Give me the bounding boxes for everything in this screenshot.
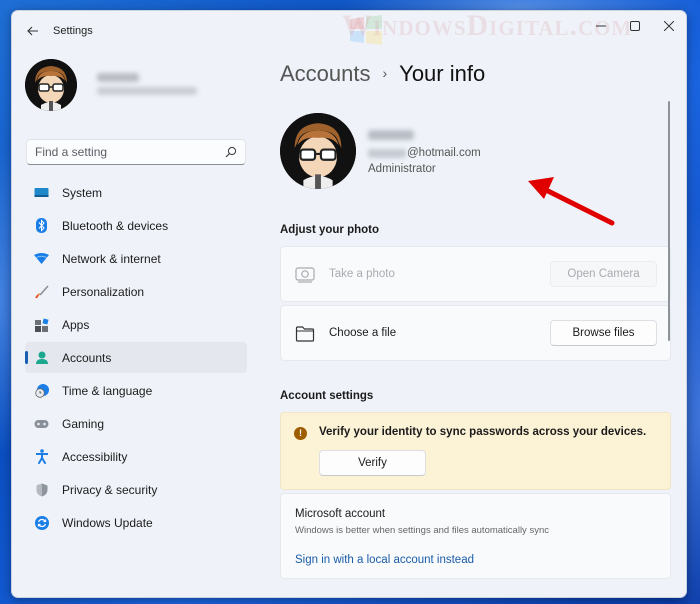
sidebar-item-label: Gaming bbox=[62, 416, 105, 431]
search-box[interactable] bbox=[26, 139, 246, 165]
accessibility-icon bbox=[34, 449, 49, 464]
local-account-link[interactable]: Sign in with a local account instead bbox=[295, 554, 474, 566]
annotation-arrow-icon bbox=[528, 177, 615, 226]
search-icon bbox=[225, 146, 237, 158]
maximize-icon bbox=[630, 21, 640, 31]
user-role: Administrator bbox=[368, 163, 436, 175]
sidebar-item-time-language[interactable]: Time & language bbox=[25, 375, 247, 406]
sidebar-nav: System Bluetooth & devices Network & int… bbox=[25, 177, 247, 540]
sidebar-item-label: Network & internet bbox=[62, 251, 161, 266]
breadcrumb-parent[interactable]: Accounts bbox=[280, 61, 371, 86]
verify-button[interactable]: Verify bbox=[319, 450, 426, 476]
sidebar-item-label: System bbox=[62, 185, 103, 200]
close-icon bbox=[664, 21, 674, 31]
breadcrumb: Accounts › Your info bbox=[280, 61, 485, 87]
sidebar-item-personalization[interactable]: Personalization bbox=[25, 276, 247, 307]
close-button[interactable] bbox=[652, 11, 686, 41]
search-input[interactable] bbox=[27, 140, 245, 164]
take-photo-label: Take a photo bbox=[329, 268, 395, 280]
microsoft-account-card: Microsoft account Windows is better when… bbox=[280, 493, 671, 579]
sidebar-item-label: Personalization bbox=[62, 284, 145, 299]
sidebar-item-label: Time & language bbox=[62, 383, 153, 398]
page-title: Your info bbox=[399, 61, 486, 86]
settings-window: WindowsDigital.com Settings Find a setti… bbox=[11, 10, 687, 598]
title-bar: Settings bbox=[12, 11, 686, 51]
sidebar-item-label: Accessibility bbox=[62, 449, 128, 464]
sidebar-item-label: Privacy & security bbox=[62, 482, 158, 497]
account-settings-heading: Account settings bbox=[280, 390, 374, 402]
gaming-icon bbox=[34, 416, 49, 431]
sidebar-item-bluetooth[interactable]: Bluetooth & devices bbox=[25, 210, 247, 241]
sidebar-item-label: Accounts bbox=[62, 350, 112, 365]
brush-icon bbox=[34, 284, 49, 299]
sidebar-item-accounts[interactable]: Accounts bbox=[25, 342, 247, 373]
sidebar-item-apps[interactable]: Apps bbox=[25, 309, 247, 340]
accounts-icon bbox=[34, 350, 49, 365]
verify-identity-banner: ! Verify your identity to sync passwords… bbox=[280, 412, 671, 490]
minimize-icon bbox=[596, 25, 606, 27]
sidebar-item-accessibility[interactable]: Accessibility bbox=[25, 441, 247, 472]
choose-file-label: Choose a file bbox=[329, 327, 397, 339]
shield-icon bbox=[34, 482, 49, 497]
microsoft-account-description: Windows is better when settings and file… bbox=[295, 525, 549, 536]
avatar bbox=[25, 59, 77, 111]
camera-icon bbox=[295, 267, 315, 283]
back-arrow-icon bbox=[27, 26, 38, 36]
profile-name-blurred bbox=[97, 73, 139, 82]
email-domain: @hotmail.com bbox=[407, 147, 481, 159]
back-button[interactable] bbox=[24, 23, 42, 39]
sidebar-item-network[interactable]: Network & internet bbox=[25, 243, 247, 274]
breadcrumb-separator-icon: › bbox=[382, 65, 388, 81]
wifi-icon bbox=[34, 251, 49, 266]
apps-icon bbox=[34, 317, 49, 332]
email-username-blurred bbox=[368, 148, 406, 158]
open-camera-button[interactable]: Open Camera bbox=[550, 261, 657, 287]
user-avatar bbox=[280, 113, 356, 189]
choose-file-card: Choose a file Browse files bbox=[280, 305, 671, 361]
update-icon bbox=[34, 515, 49, 530]
minimize-button[interactable] bbox=[584, 11, 618, 41]
warning-icon: ! bbox=[294, 427, 307, 440]
avatar-image-icon bbox=[25, 59, 77, 111]
sidebar-item-system[interactable]: System bbox=[25, 177, 247, 208]
bluetooth-icon bbox=[34, 218, 49, 233]
sidebar-item-label: Apps bbox=[62, 317, 90, 332]
take-photo-card: Take a photo Open Camera bbox=[280, 246, 671, 302]
time-language-icon bbox=[34, 383, 49, 398]
sidebar-item-privacy-security[interactable]: Privacy & security bbox=[25, 474, 247, 505]
main-content: Accounts › Your info @hotmail.com Administ… bbox=[280, 51, 672, 597]
app-title: Settings bbox=[53, 25, 93, 37]
sidebar-item-label: Bluetooth & devices bbox=[62, 218, 169, 233]
sidebar-item-windows-update[interactable]: Windows Update bbox=[25, 507, 247, 538]
folder-icon bbox=[295, 326, 315, 342]
browse-files-button[interactable]: Browse files bbox=[550, 320, 657, 346]
sidebar-profile[interactable] bbox=[25, 59, 250, 119]
user-email: @hotmail.com bbox=[368, 147, 481, 159]
maximize-button[interactable] bbox=[618, 11, 652, 41]
adjust-photo-heading: Adjust your photo bbox=[280, 224, 380, 236]
scrollbar[interactable] bbox=[668, 101, 670, 341]
microsoft-account-title: Microsoft account bbox=[295, 508, 386, 520]
window-controls bbox=[584, 11, 686, 41]
sidebar-item-gaming[interactable]: Gaming bbox=[25, 408, 247, 439]
sidebar-item-label: Windows Update bbox=[62, 515, 153, 530]
verify-message: Verify your identity to sync passwords a… bbox=[319, 426, 647, 438]
profile-email-blurred bbox=[97, 87, 197, 95]
user-name-blurred bbox=[368, 130, 414, 140]
system-icon bbox=[34, 185, 49, 200]
user-avatar-image-icon bbox=[280, 113, 356, 189]
sidebar: System Bluetooth & devices Network & int… bbox=[12, 51, 262, 597]
